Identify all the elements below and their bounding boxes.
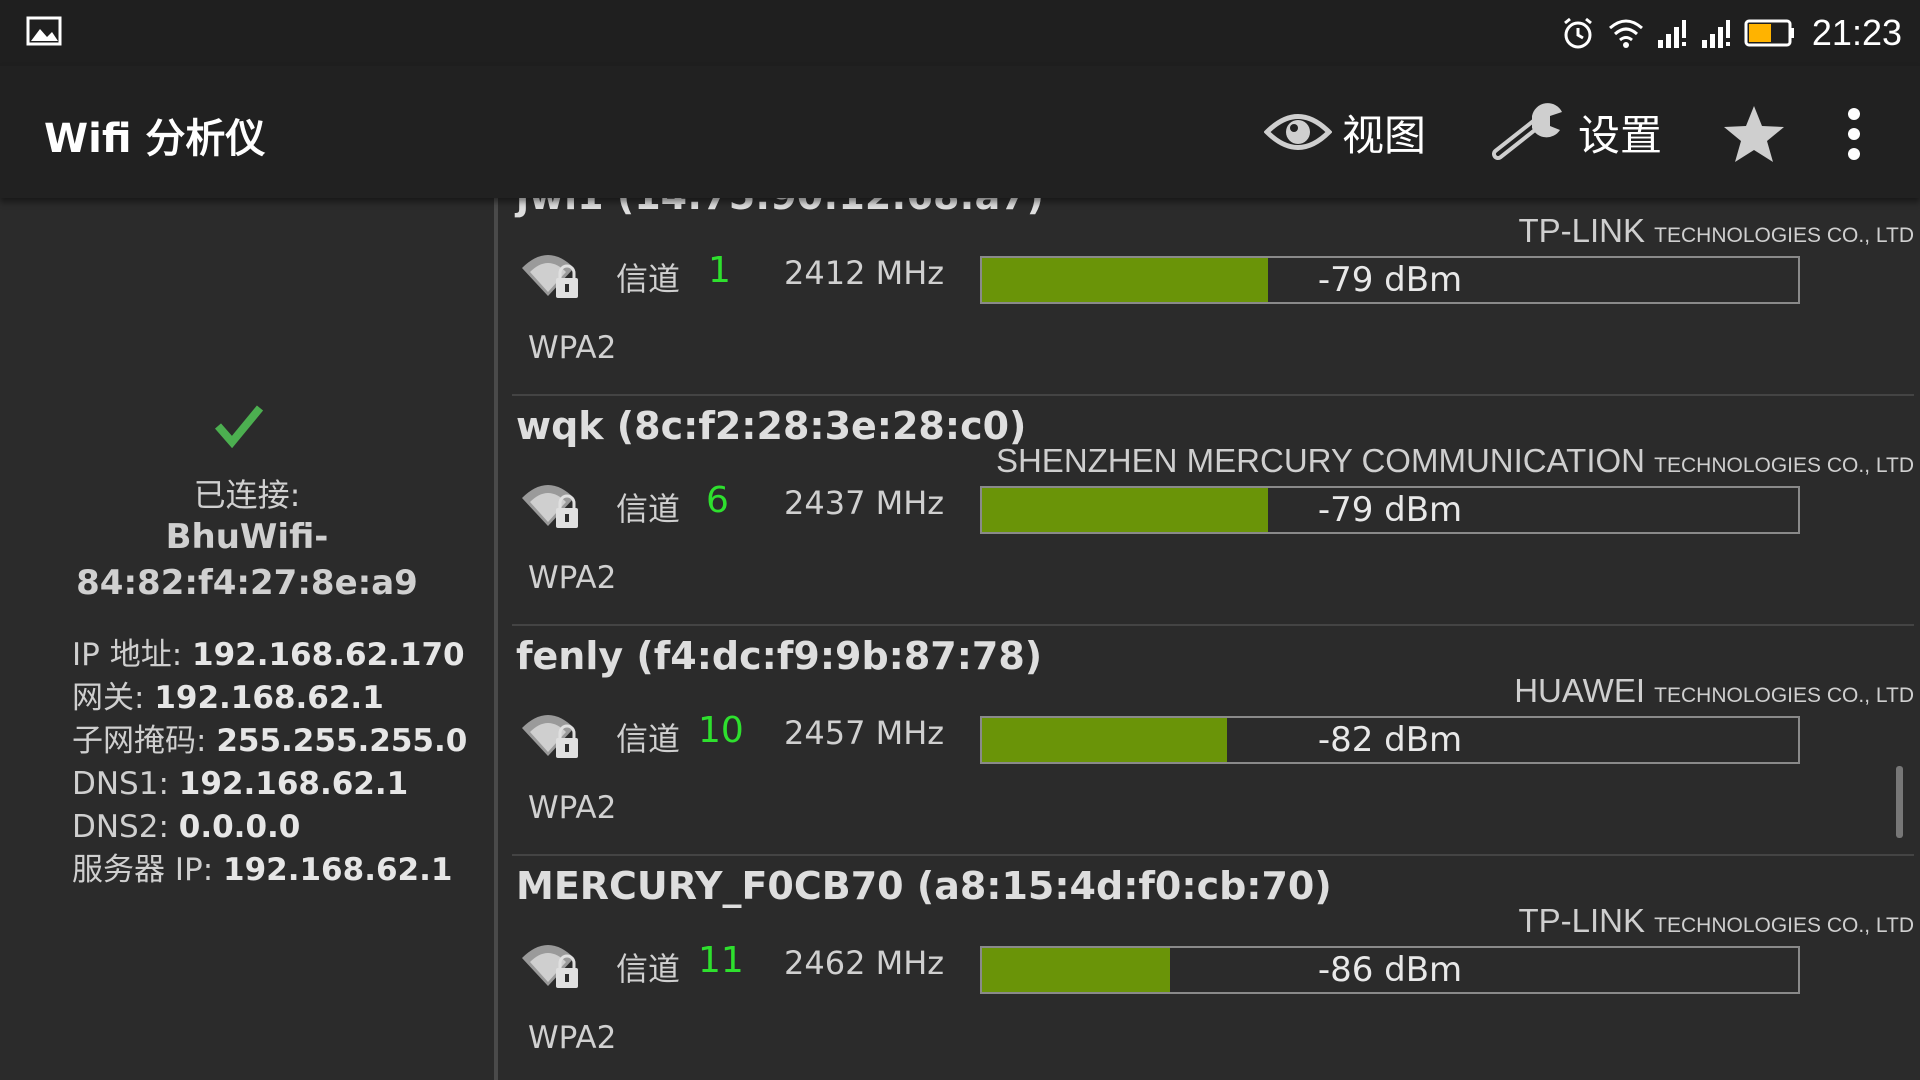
secured-wifi-icon: [522, 715, 578, 758]
info-label: 子网掩码:: [72, 723, 217, 759]
network-name: fenly (f4:dc:f9:9b:87:78): [516, 634, 1043, 678]
channel-number: 10: [698, 710, 744, 751]
netmask-row: 子网掩码: 255.255.255.0: [72, 720, 467, 763]
info-label: DNS1:: [72, 766, 179, 802]
vendor-suffix: TECHNOLOGIES CO., LTD: [1654, 454, 1914, 477]
alarm-icon: [1563, 17, 1592, 49]
connected-ssid: BhuWifi- 84:82:f4:27:8e:a9: [0, 514, 494, 606]
network-item[interactable]: jwl1 (14:75:90:12:68:a7) 信道 1 2412 MHz W…: [498, 198, 1920, 396]
secured-wifi-icon: [522, 255, 578, 298]
frequency: 2437 MHz: [784, 484, 945, 522]
vendor-suffix: TECHNOLOGIES CO., LTD: [1654, 224, 1914, 247]
clock-time: 21:23: [1811, 12, 1902, 53]
network-item[interactable]: wqk (8c:f2:28:3e:28:c0) 信道 6 2437 MHz WP…: [498, 396, 1920, 626]
ip-row: IP 地址: 192.168.62.170: [72, 634, 467, 677]
info-value: 192.168.62.1: [178, 766, 409, 802]
vendor-suffix: TECHNOLOGIES CO., LTD: [1654, 684, 1914, 707]
encryption: WPA2: [528, 1020, 617, 1056]
connection-status: 已连接:: [193, 476, 301, 514]
info-value: 192.168.62.170: [192, 637, 465, 673]
frequency: 2412 MHz: [784, 254, 945, 292]
vendor: HUAWEI TECHNOLOGIES CO., LTD: [1514, 672, 1914, 710]
info-value: 255.255.255.0: [216, 723, 468, 759]
signal-strength: -86 dBm: [1317, 950, 1463, 990]
wrench-icon: [1492, 103, 1562, 160]
network-item[interactable]: MERCURY_F0CB70 (a8:15:4d:f0:cb:70) 信道 11…: [498, 856, 1920, 1080]
star-icon[interactable]: [1722, 104, 1786, 164]
vendor-main: HUAWEI: [1514, 672, 1645, 709]
signal-strength: -79 dBm: [1317, 490, 1463, 530]
channel-number: 6: [706, 480, 729, 521]
eye-icon: [1264, 114, 1332, 150]
signal-bar: -82 dBm: [980, 716, 1800, 764]
gateway-row: 网关: 192.168.62.1: [72, 677, 467, 720]
status-bar: 21:23: [0, 0, 1920, 66]
vendor-main: TP-LINK: [1518, 902, 1645, 939]
wifi-icon: [1608, 19, 1643, 48]
view-button[interactable]: 视图: [1264, 96, 1426, 168]
vendor: TP-LINK TECHNOLOGIES CO., LTD: [1518, 902, 1914, 940]
channel-label: 信道: [616, 720, 681, 758]
signal-icon: [1701, 20, 1730, 48]
dns2-row: DNS2: 0.0.0.0: [72, 806, 467, 849]
frequency: 2462 MHz: [784, 944, 945, 982]
vendor-suffix: TECHNOLOGIES CO., LTD: [1654, 914, 1914, 937]
channel-label: 信道: [616, 490, 681, 528]
network-item[interactable]: fenly (f4:dc:f9:9b:87:78) 信道 10 2457 MHz…: [498, 626, 1920, 856]
signal-bar: -79 dBm: [980, 486, 1800, 534]
channel-label: 信道: [616, 260, 681, 298]
secured-wifi-icon: [522, 485, 578, 528]
channel-number: 11: [698, 940, 744, 981]
info-value: 192.168.62.1: [223, 852, 453, 888]
connection-info: IP 地址: 192.168.62.170 网关: 192.168.62.1 子…: [72, 634, 467, 892]
picture-icon: [26, 16, 62, 46]
encryption: WPA2: [528, 560, 617, 596]
ssid-line-1: BhuWifi-: [165, 517, 329, 557]
checkmark-icon: [214, 405, 264, 448]
ssid-line-2: 84:82:f4:27:8e:a9: [76, 563, 418, 603]
info-label: 网关:: [72, 680, 155, 716]
network-name: wqk (8c:f2:28:3e:28:c0): [516, 404, 1027, 448]
network-name: jwl1 (14:75:90:12:68:a7): [516, 198, 1044, 218]
channel-number: 1: [708, 250, 731, 291]
settings-button[interactable]: 设置: [1492, 96, 1662, 168]
signal-strength: -79 dBm: [1317, 260, 1463, 300]
vendor-main: TP-LINK: [1518, 212, 1645, 249]
signal-bar: -86 dBm: [980, 946, 1800, 994]
info-label: 服务器 IP:: [72, 852, 223, 888]
secured-wifi-icon: [522, 945, 578, 988]
info-label: IP 地址:: [72, 637, 192, 673]
info-value: 192.168.62.1: [154, 680, 384, 716]
app-title: Wifi 分析仪: [44, 116, 266, 162]
vendor: TP-LINK TECHNOLOGIES CO., LTD: [1518, 212, 1914, 250]
encryption: WPA2: [528, 330, 617, 366]
signal-strength: -82 dBm: [1317, 720, 1463, 760]
settings-label: 设置: [1578, 110, 1663, 160]
encryption: WPA2: [528, 790, 617, 826]
dns1-row: DNS1: 192.168.62.1: [72, 763, 467, 806]
info-label: DNS2:: [72, 809, 179, 845]
signal-bar: -79 dBm: [980, 256, 1800, 304]
more-vert-icon[interactable]: [1842, 106, 1866, 162]
channel-label: 信道: [616, 950, 681, 988]
network-name: MERCURY_F0CB70 (a8:15:4d:f0:cb:70): [516, 864, 1332, 908]
server-ip-row: 服务器 IP: 192.168.62.1: [72, 849, 467, 892]
vendor: SHENZHEN MERCURY COMMUNICATION TECHNOLOG…: [996, 442, 1914, 480]
scrollbar[interactable]: [1896, 766, 1903, 838]
action-bar: Wifi 分析仪 视图 设置: [0, 66, 1920, 198]
frequency: 2457 MHz: [784, 714, 945, 752]
network-list[interactable]: jwl1 (14:75:90:12:68:a7) 信道 1 2412 MHz W…: [498, 198, 1920, 1080]
vendor-main: SHENZHEN MERCURY COMMUNICATION: [995, 442, 1645, 479]
battery-icon: [1744, 19, 1794, 47]
view-label: 视图: [1342, 110, 1427, 160]
info-value: 0.0.0.0: [178, 809, 301, 845]
signal-icon: [1657, 20, 1686, 48]
